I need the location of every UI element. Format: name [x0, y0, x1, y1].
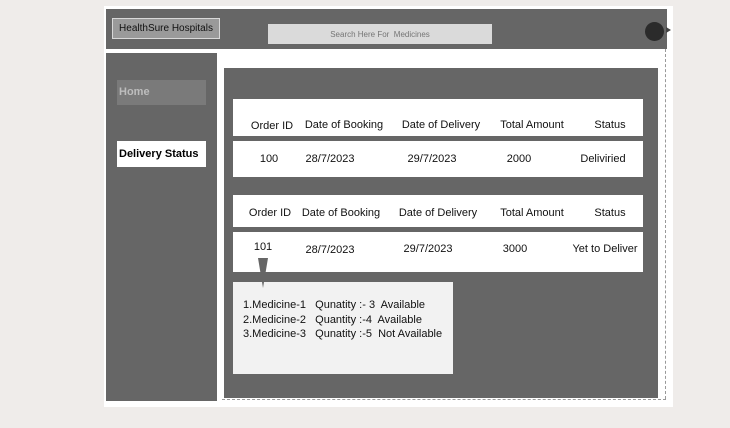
column-header: Status [594, 119, 626, 131]
amount-cell: 3000 [502, 243, 528, 255]
popup-pointer-icon [258, 258, 268, 288]
user-avatar-icon[interactable] [645, 22, 664, 41]
order-id-cell[interactable]: 101 [254, 241, 272, 253]
column-header: Status [594, 207, 626, 219]
column-header: Total Amount [500, 207, 564, 219]
divider [222, 399, 666, 400]
status-cell: Deliviried [580, 153, 626, 165]
list-item: 2.Medicine-2 Quantity :-4 Available [243, 313, 422, 326]
column-header: Date of Delivery [398, 207, 478, 219]
sidebar [106, 53, 217, 401]
delivery-date-cell: 29/7/2023 [403, 243, 453, 255]
divider [665, 49, 666, 399]
list-item: 3.Medicine-3 Qunatity :-5 Not Available [243, 328, 443, 340]
column-header: Total Amount [500, 119, 564, 131]
column-header: Date of Booking [301, 207, 381, 219]
booking-date-cell: 28/7/2023 [305, 153, 355, 165]
caret-right-icon [666, 27, 671, 33]
column-header: Order ID [248, 207, 292, 219]
column-header: Date of Booking [304, 119, 384, 131]
delivery-date-cell: 29/7/2023 [407, 153, 457, 165]
booking-date-cell: 28/7/2023 [305, 244, 355, 256]
medicine-list: 1.Medicine-1 Qunatity :- 3 Available 2.M… [243, 298, 442, 342]
sidebar-item-delivery-status[interactable]: Delivery Status [117, 141, 206, 167]
column-header: Order ID [250, 120, 294, 132]
column-header: Date of Delivery [401, 119, 481, 131]
list-item: 1.Medicine-1 Qunatity :- 3 Available [243, 299, 426, 311]
amount-cell: 2000 [506, 153, 532, 165]
search-input[interactable] [268, 24, 492, 44]
status-cell: Yet to Deliver [572, 243, 638, 255]
sidebar-item-home[interactable]: Home [117, 80, 206, 105]
order-id-cell: 100 [259, 153, 279, 165]
brand-logo[interactable]: HealthSure Hospitals [112, 18, 220, 39]
